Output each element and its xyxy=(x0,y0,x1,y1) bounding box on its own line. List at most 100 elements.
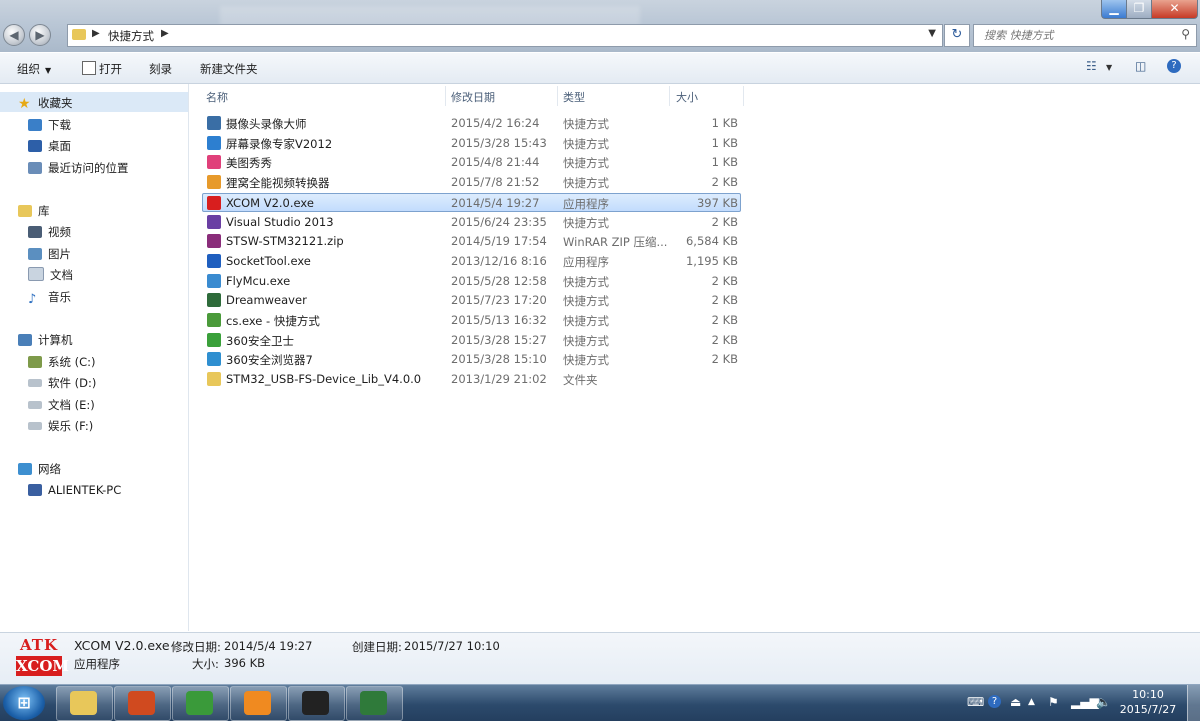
minimize-button[interactable]: ▁ xyxy=(1101,0,1127,19)
help-tray-icon[interactable]: ? xyxy=(988,695,1001,708)
nav-computer[interactable]: 计算机 xyxy=(18,332,73,348)
nav-item-music[interactable]: ♪ 音乐 xyxy=(28,289,71,307)
search-icon[interactable]: ⚲ xyxy=(1181,27,1190,41)
file-row[interactable]: XCOM V2.0.exe 2014/5/4 19:27 应用程序 397 KB xyxy=(202,192,741,212)
nav-favorites[interactable]: ★ 收藏夹 xyxy=(18,95,73,112)
search-box[interactable]: ⚲ xyxy=(973,24,1197,47)
column-divider[interactable] xyxy=(557,86,558,106)
nav-label: 软件 (D:) xyxy=(48,376,97,390)
nav-item-drive-d[interactable]: 软件 (D:) xyxy=(28,375,96,391)
file-row[interactable]: 美图秀秀 2015/4/8 21:44 快捷方式 1 KB xyxy=(203,153,740,172)
keyboard-icon[interactable]: ⌨ xyxy=(967,695,984,709)
show-desktop-button[interactable] xyxy=(1187,685,1200,721)
nav-item-pc[interactable]: ALIENTEK-PC xyxy=(28,483,121,497)
file-row[interactable]: SocketTool.exe 2013/12/16 8:16 应用程序 1,195 K… xyxy=(203,252,740,271)
organize-button[interactable]: 组织 ▼ xyxy=(17,61,51,77)
file-row[interactable]: 360安全浏览器7 2015/3/28 15:10 快捷方式 2 KB xyxy=(203,350,740,369)
nav-item-pictures[interactable]: 图片 xyxy=(28,246,71,262)
column-header-size[interactable]: 大小 xyxy=(676,89,698,105)
green-app-icon xyxy=(186,691,213,715)
new-folder-button[interactable]: 新建文件夹 xyxy=(200,61,258,77)
chevron-down-icon[interactable]: ▼ xyxy=(1106,63,1112,72)
file-row[interactable]: cs.exe - 快捷方式 2015/5/13 16:32 快捷方式 2 KB xyxy=(203,311,740,330)
taskbar-app-explorer[interactable] xyxy=(56,686,113,721)
column-divider[interactable] xyxy=(445,86,446,106)
action-center-icon[interactable]: ⚑ xyxy=(1048,695,1059,709)
network-signal-icon[interactable]: ▂▄▆ xyxy=(1071,695,1099,709)
volume-icon[interactable]: 🔈 xyxy=(1096,695,1111,709)
help-icon[interactable]: ? xyxy=(1167,59,1181,73)
clock-date: 2015/7/27 xyxy=(1119,703,1177,716)
nav-item-documents[interactable]: 文档 xyxy=(28,267,73,283)
file-date: 2015/5/28 12:58 xyxy=(451,273,547,288)
breadcrumb-separator[interactable]: ▶ xyxy=(161,28,169,39)
file-date: 2013/12/16 8:16 xyxy=(451,253,547,268)
breadcrumb-separator[interactable]: ▶ xyxy=(92,28,100,39)
close-button[interactable]: ✕ xyxy=(1151,0,1198,19)
start-button[interactable]: ⊞ xyxy=(3,686,45,720)
nav-item-drive-c[interactable]: 系统 (C:) xyxy=(28,354,96,370)
refresh-button[interactable]: ↻ xyxy=(944,24,970,47)
file-size: 2 KB xyxy=(711,293,738,308)
file-row[interactable]: STSW-STM32121.zip 2014/5/19 17:54 WinRAR Z… xyxy=(203,232,740,251)
nav-label: 收藏夹 xyxy=(38,96,73,110)
nav-item-drive-e[interactable]: 文档 (E:) xyxy=(28,397,95,413)
taskbar-app-camera[interactable] xyxy=(288,686,345,721)
file-row[interactable]: Visual Studio 2013 2015/6/24 23:35 快捷方式 2 K… xyxy=(203,213,740,232)
column-header-type[interactable]: 类型 xyxy=(563,89,585,105)
address-bar[interactable]: ▶ 快捷方式 ▶ ▼ xyxy=(67,24,943,47)
taskbar-app-pdf[interactable] xyxy=(230,686,287,721)
windows-logo-icon: ⊞ xyxy=(17,693,31,712)
file-row[interactable]: 屏幕录像专家V2012 2015/3/28 15:43 快捷方式 1 KB xyxy=(203,134,740,153)
clock-time: 10:10 xyxy=(1132,688,1164,701)
nav-item-videos[interactable]: 视频 xyxy=(28,224,71,240)
file-size: 1,195 KB xyxy=(685,253,738,268)
nav-item-downloads[interactable]: 下载 xyxy=(28,117,71,133)
file-size: 2 KB xyxy=(711,332,738,347)
file-name: 狸窝全能视频转换器 xyxy=(226,176,330,191)
open-button[interactable]: 打开 xyxy=(99,61,122,77)
usb-icon[interactable]: ⏏ xyxy=(1010,695,1021,709)
burn-button[interactable]: 刻录 xyxy=(149,61,172,77)
taskbar-app-v5[interactable] xyxy=(346,686,403,721)
maximize-button[interactable]: ❐ xyxy=(1126,0,1152,19)
column-divider[interactable] xyxy=(669,86,670,106)
nav-item-drive-f[interactable]: 娱乐 (F:) xyxy=(28,418,93,434)
back-button[interactable]: ◀ xyxy=(3,24,25,46)
picture-icon xyxy=(28,248,42,260)
file-type: 应用程序 xyxy=(563,196,609,211)
file-name: 360安全浏览器7 xyxy=(226,353,313,368)
file-row[interactable]: Dreamweaver 2015/7/23 17:20 快捷方式 2 KB xyxy=(203,291,740,310)
nav-item-desktop[interactable]: 桌面 xyxy=(28,138,71,154)
breadcrumb-item[interactable]: 快捷方式 xyxy=(108,28,154,44)
forward-button[interactable]: ▶ xyxy=(29,24,51,46)
preview-pane-icon[interactable]: ◫ xyxy=(1135,59,1146,73)
taskbar-app-green-app[interactable] xyxy=(172,686,229,721)
nav-network[interactable]: 网络 xyxy=(18,461,61,477)
taskbar: ⊞ ⌨ ? ⏏ ▲ ⚑ ▂▄▆ 🔈 10:10 2015/7/27 xyxy=(0,684,1200,721)
file-type: 快捷方式 xyxy=(563,117,609,131)
chevron-down-icon[interactable]: ▼ xyxy=(928,28,936,39)
file-row[interactable]: 摄像头录像大师 2015/4/2 16:24 快捷方式 1 KB xyxy=(203,114,740,133)
column-divider[interactable] xyxy=(743,86,744,106)
show-hidden-icons[interactable]: ▲ xyxy=(1028,697,1035,707)
file-row[interactable]: STM32_USB-FS-Device_Lib_V4.0.0 2013/1/29 … xyxy=(203,370,740,389)
taskbar-app-powerpoint[interactable] xyxy=(114,686,171,721)
search-input[interactable] xyxy=(982,25,1176,46)
file-type: WinRAR ZIP 压缩... xyxy=(563,235,668,250)
nav-item-recent[interactable]: 最近访问的位置 xyxy=(28,160,129,176)
file-size: 2 KB xyxy=(711,352,738,367)
file-row[interactable]: FlyMcu.exe 2015/5/28 12:58 快捷方式 2 KB xyxy=(203,272,740,291)
file-row[interactable]: 360安全卫士 2015/3/28 15:27 快捷方式 2 KB xyxy=(203,331,740,350)
view-options-icon[interactable]: ☷ xyxy=(1086,59,1097,73)
file-icon xyxy=(207,352,221,367)
clock[interactable]: 10:10 2015/7/27 xyxy=(1113,687,1183,717)
file-name: cs.exe - 快捷方式 xyxy=(226,314,320,328)
file-name: 美图秀秀 xyxy=(226,156,272,171)
nav-libraries[interactable]: 库 xyxy=(18,203,50,219)
file-date: 2013/1/29 21:02 xyxy=(451,372,547,387)
column-header-name[interactable]: 名称 xyxy=(206,89,228,105)
column-header-date[interactable]: 修改日期 xyxy=(451,89,495,105)
file-row[interactable]: 狸窝全能视频转换器 2015/7/8 21:52 快捷方式 2 KB xyxy=(203,173,740,192)
nav-label: 下载 xyxy=(48,118,71,132)
